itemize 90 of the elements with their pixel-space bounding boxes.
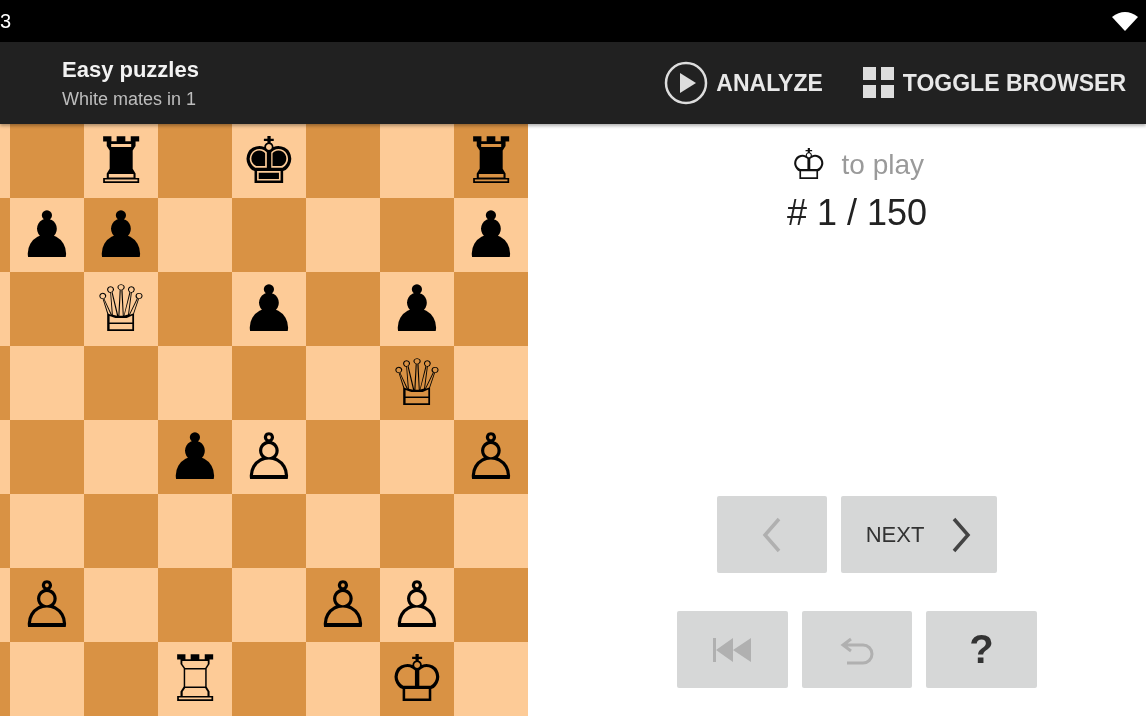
puzzle-counter: # 1 / 150 — [786, 192, 928, 234]
board-square[interactable] — [306, 346, 380, 420]
board-square[interactable] — [84, 420, 158, 494]
chess-piece[interactable]: ♟ — [462, 203, 520, 267]
board-square[interactable] — [306, 272, 380, 346]
board-square[interactable]: ♙ — [306, 568, 380, 642]
board-square[interactable]: ♕ — [380, 346, 454, 420]
to-play-label: to play — [841, 149, 925, 181]
board-square[interactable] — [158, 198, 232, 272]
board-square[interactable]: ♟ — [10, 198, 84, 272]
board-square[interactable]: ♙ — [10, 568, 84, 642]
chess-piece[interactable]: ♖ — [166, 647, 224, 711]
board-square[interactable] — [306, 124, 380, 198]
board-square[interactable]: ♜ — [84, 124, 158, 198]
board-square[interactable] — [454, 568, 528, 642]
grid-icon — [862, 67, 895, 99]
chess-piece[interactable]: ♜ — [462, 129, 520, 193]
chevron-left-icon — [761, 515, 783, 554]
board-square[interactable] — [454, 346, 528, 420]
board-square[interactable] — [306, 420, 380, 494]
board-square[interactable] — [10, 420, 84, 494]
board-square[interactable]: ♕ — [84, 272, 158, 346]
board-square[interactable] — [84, 642, 158, 716]
board-square[interactable] — [232, 198, 306, 272]
analyze-button[interactable]: ANALYZE — [664, 61, 823, 105]
next-button[interactable]: NEXT — [841, 496, 997, 573]
chess-piece[interactable]: ♙ — [388, 573, 446, 637]
chess-piece[interactable]: ♟ — [92, 203, 150, 267]
board-square[interactable] — [158, 568, 232, 642]
board-square[interactable] — [10, 346, 84, 420]
board-square[interactable] — [380, 420, 454, 494]
chess-piece[interactable]: ♕ — [388, 351, 446, 415]
chess-piece[interactable]: ♙ — [240, 425, 298, 489]
board-square[interactable] — [158, 346, 232, 420]
chess-piece[interactable]: ♙ — [314, 573, 372, 637]
chess-piece[interactable]: ♙ — [18, 573, 76, 637]
board-square[interactable]: ♙ — [454, 420, 528, 494]
board-square[interactable] — [158, 124, 232, 198]
board-square[interactable] — [306, 494, 380, 568]
board-square[interactable] — [232, 642, 306, 716]
board-square[interactable] — [306, 642, 380, 716]
play-circle-icon — [664, 61, 709, 105]
wifi-icon — [1112, 11, 1138, 31]
board-square[interactable]: ♙ — [380, 568, 454, 642]
board-square[interactable]: ♖ — [158, 642, 232, 716]
skip-back-icon — [712, 636, 753, 663]
board-square[interactable] — [380, 124, 454, 198]
board-square[interactable] — [84, 568, 158, 642]
hint-button[interactable]: ? — [926, 611, 1037, 688]
chess-piece[interactable]: ♚ — [240, 129, 298, 193]
board-square[interactable] — [454, 642, 528, 716]
board-square[interactable] — [232, 568, 306, 642]
side-to-move-glyph: ♔ — [789, 144, 828, 186]
chess-piece[interactable]: ♟ — [18, 203, 76, 267]
chess-piece[interactable]: ♕ — [92, 277, 150, 341]
board-square[interactable] — [380, 494, 454, 568]
chess-piece[interactable]: ♔ — [388, 647, 446, 711]
board-square[interactable] — [10, 272, 84, 346]
board-square[interactable] — [232, 494, 306, 568]
board-square[interactable]: ♟ — [454, 198, 528, 272]
board-square[interactable] — [158, 494, 232, 568]
board-square[interactable] — [454, 494, 528, 568]
toolbar-subtitle: White mates in 1 — [62, 88, 198, 110]
board-square[interactable] — [10, 494, 84, 568]
chess-piece[interactable]: ♜ — [92, 129, 150, 193]
chess-piece[interactable]: ♙ — [462, 425, 520, 489]
board-square[interactable] — [454, 272, 528, 346]
board-square[interactable]: ♚ — [232, 124, 306, 198]
board-square[interactable]: ♜ — [454, 124, 528, 198]
board-square[interactable] — [84, 346, 158, 420]
toggle-browser-button[interactable]: TOGGLE BROWSER — [862, 67, 1126, 99]
board-square[interactable] — [10, 124, 84, 198]
board-square[interactable] — [306, 198, 380, 272]
board-square[interactable]: ♟ — [158, 420, 232, 494]
board-square[interactable]: ♔ — [380, 642, 454, 716]
toolbar-title: Easy puzzles — [62, 56, 200, 83]
chess-piece[interactable]: ♟ — [240, 277, 298, 341]
board-square[interactable] — [10, 642, 84, 716]
board-square[interactable] — [232, 346, 306, 420]
board-square[interactable]: ♙ — [232, 420, 306, 494]
chess-piece[interactable]: ♟ — [388, 277, 446, 341]
board-square[interactable]: ♟ — [84, 198, 158, 272]
board-square[interactable] — [380, 198, 454, 272]
board-square[interactable] — [158, 272, 232, 346]
status-time: 3 — [0, 9, 12, 33]
board-square[interactable] — [84, 494, 158, 568]
chess-piece[interactable]: ♟ — [166, 425, 224, 489]
board-square[interactable]: ♟ — [380, 272, 454, 346]
chevron-right-icon — [950, 515, 973, 554]
board-square[interactable]: ♟ — [232, 272, 306, 346]
